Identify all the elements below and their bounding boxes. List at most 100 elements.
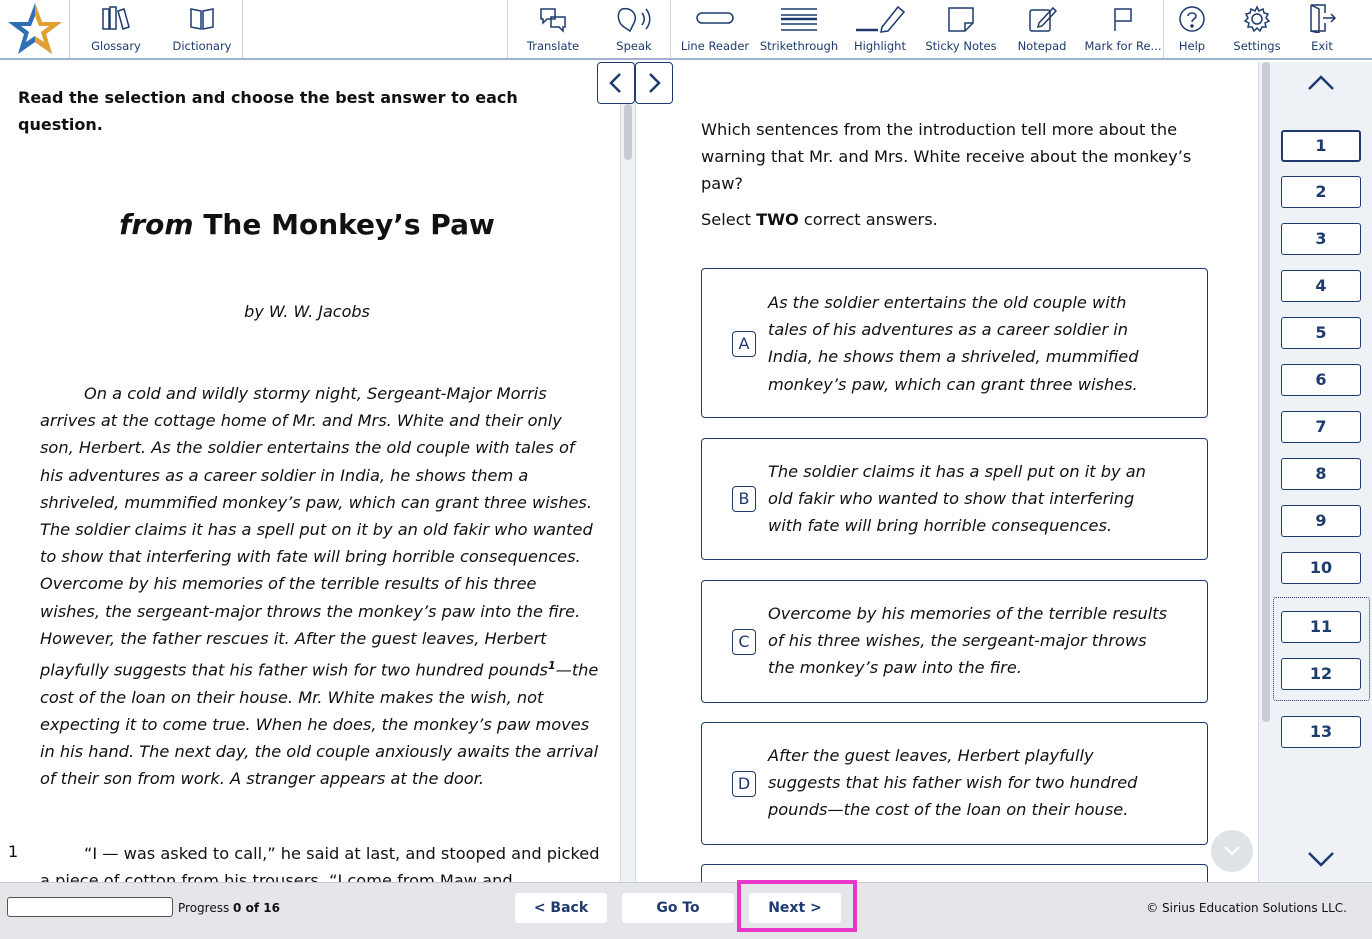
sticky-notes-label: Sticky Notes [925, 39, 997, 53]
question-number-button[interactable]: 13 [1281, 716, 1361, 748]
paragraph-number: 1 [8, 842, 19, 861]
strikethrough-icon [781, 8, 817, 31]
star-logo-icon [7, 3, 62, 54]
dictionary-button[interactable]: Dictionary [162, 0, 242, 58]
title-prefix: from [119, 208, 194, 241]
dictionary-label: Dictionary [172, 39, 232, 53]
intro-text-part1: On a cold and wildly stormy night, Serge… [40, 384, 593, 680]
settings-button[interactable]: Settings [1220, 0, 1294, 58]
speak-button[interactable]: Speak [598, 0, 670, 58]
answer-choice-c[interactable]: C Overcome by his memories of the terrib… [701, 580, 1208, 703]
line-reader-label: Line Reader [680, 39, 750, 53]
line-reader-button[interactable]: Line Reader [671, 0, 759, 58]
passage-intro: On a cold and wildly stormy night, Serge… [40, 380, 600, 792]
intro-text-part2: —the cost of the loan on their house. Mr… [40, 660, 599, 789]
question-number-nav: 1 2 3 4 5 6 7 8 9 10 11 12 13 [1272, 62, 1372, 882]
flag-icon [1114, 8, 1132, 31]
choice-letter: A [732, 331, 756, 357]
passage-pane: Read the selection and choose the best a… [0, 62, 620, 882]
answer-choice-b[interactable]: B The soldier claims it has a spell put … [701, 438, 1208, 560]
books-icon [102, 6, 130, 30]
question-number-button[interactable]: 10 [1281, 552, 1361, 584]
notepad-button[interactable]: Notepad [1001, 0, 1083, 58]
choice-letter: D [732, 771, 756, 797]
question-nav-up-button[interactable] [1307, 74, 1335, 96]
question-number-button[interactable]: 3 [1281, 223, 1361, 255]
footer-bar: Progress 0 of 16 < Back Go To Next > © S… [0, 880, 1372, 939]
help-label: Help [1178, 39, 1206, 53]
go-to-button[interactable]: Go To [622, 893, 734, 923]
select-instruction: Select TWO correct answers. [701, 210, 938, 229]
strikethrough-label: Strikethrough [759, 39, 839, 53]
select-count: TWO [756, 210, 799, 229]
question-number-button[interactable]: 11 [1281, 611, 1361, 643]
exit-icon [1310, 4, 1337, 33]
answer-choice-a[interactable]: A As the soldier entertains the old coup… [701, 268, 1208, 418]
strikethrough-button[interactable]: Strikethrough [759, 0, 839, 58]
question-number-button[interactable]: 6 [1281, 364, 1361, 396]
sticky-notes-button[interactable]: Sticky Notes [921, 0, 1001, 58]
chevron-left-icon [609, 73, 621, 93]
help-icon [1179, 6, 1205, 32]
select-prefix: Select [701, 210, 757, 229]
passage-paragraph: “I — was asked to call,” he said at last… [40, 844, 600, 882]
scroll-down-button[interactable] [1211, 830, 1253, 872]
question-number-button[interactable]: 12 [1281, 658, 1361, 690]
question-pane: Which sentences from the introduction te… [636, 62, 1258, 882]
notepad-label: Notepad [1017, 39, 1067, 53]
next-button-highlight [737, 880, 857, 932]
progress-value: 0 of 16 [233, 901, 280, 915]
translate-label: Translate [526, 39, 580, 53]
choice-letter: C [732, 629, 756, 655]
highlight-icon [856, 5, 906, 33]
glossary-button[interactable]: Glossary [70, 0, 162, 58]
gear-icon [1243, 5, 1271, 33]
question-number-button[interactable]: 1 [1281, 130, 1361, 162]
question-scrollbar[interactable] [1258, 62, 1272, 882]
footnote-marker[interactable]: 1 [548, 659, 556, 672]
notepad-icon [1029, 6, 1057, 32]
answer-choice-d[interactable]: D After the guest leaves, Herbert playfu… [701, 722, 1208, 845]
translate-button[interactable]: Translate [508, 0, 598, 58]
sticky-note-icon [948, 7, 974, 32]
question-number-button[interactable]: 5 [1281, 317, 1361, 349]
translate-icon [540, 8, 566, 33]
passage-scrollbar-thumb[interactable] [624, 104, 632, 160]
progress-bar [7, 897, 173, 917]
question-number-button[interactable]: 7 [1281, 411, 1361, 443]
mark-for-review-button[interactable]: Mark for Re... [1083, 0, 1163, 58]
chevron-up-icon [1308, 75, 1334, 90]
choice-text: Overcome by his memories of the terrible… [768, 604, 1168, 678]
exit-label: Exit [1311, 39, 1333, 53]
highlight-label: Highlight [854, 39, 906, 53]
progress-label: Progress [178, 901, 230, 915]
chevron-down-icon [1224, 846, 1240, 856]
question-scrollbar-thumb[interactable] [1262, 62, 1270, 722]
mark-for-review-label: Mark for Re... [1084, 39, 1162, 53]
book-icon [190, 8, 214, 30]
question-number-button[interactable]: 9 [1281, 505, 1361, 537]
help-button[interactable]: Help [1164, 0, 1220, 58]
back-button[interactable]: < Back [515, 893, 607, 923]
highlight-button[interactable]: Highlight [839, 0, 921, 58]
choice-text: After the guest leaves, Herbert playfull… [768, 746, 1138, 820]
progress-text: Progress 0 of 16 [178, 901, 280, 915]
passage-author: by W. W. Jacobs [244, 302, 370, 321]
question-stem: Which sentences from the introduction te… [701, 120, 1192, 193]
question-number-button[interactable]: 2 [1281, 176, 1361, 208]
question-nav-down-button[interactable] [1307, 850, 1335, 872]
exit-button[interactable]: Exit [1294, 0, 1350, 58]
passage-scrollbar[interactable] [620, 62, 636, 882]
choice-text: As the soldier entertains the old couple… [768, 293, 1139, 394]
chevron-down-icon [1308, 852, 1334, 867]
question-number-button[interactable]: 8 [1281, 458, 1361, 490]
title-main: The Monkey’s Paw [203, 208, 495, 241]
glossary-label: Glossary [91, 39, 141, 53]
copyright-text: © Sirius Education Solutions LLC. [1146, 901, 1347, 915]
line-reader-icon [696, 12, 734, 24]
choice-letter: B [732, 486, 756, 512]
passage-instructions: Read the selection and choose the best a… [18, 88, 518, 134]
previous-arrow-button[interactable] [597, 62, 635, 104]
question-number-button[interactable]: 4 [1281, 270, 1361, 302]
